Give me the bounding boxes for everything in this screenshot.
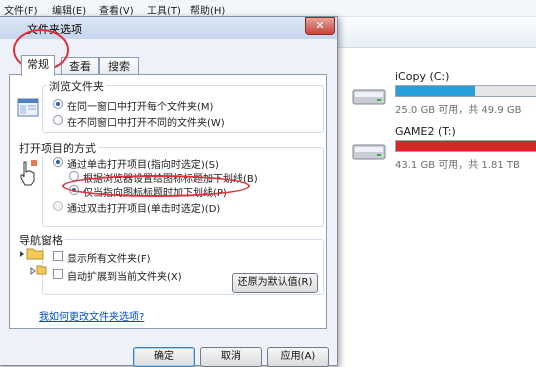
radio-button[interactable]: [53, 99, 63, 109]
option-label: 通过双击打开项目(单击时选定)(D): [67, 204, 221, 215]
menu-bar: 文件(F) 编辑(E) 查看(V) 工具(T) 帮助(H): [0, 0, 536, 17]
hand-pointer-icon: [20, 160, 37, 186]
drive-name: GAME2 (T:): [395, 125, 456, 138]
tab-panel-general: 浏览文件夹 在同一窗口中打开每个文件夹(M) 在不同窗口中打开不同的文件夹(W)…: [9, 74, 327, 329]
drive-usage-fill: [396, 86, 475, 96]
folder-tree-icon: [20, 248, 47, 275]
option-label: 通过单击打开项目(指向时选定)(S): [67, 160, 219, 171]
drive-space-text: 25.0 GB 可用，共 49.9 GB: [395, 105, 522, 116]
option-label: 自动扩展到当前文件夹(X): [67, 272, 182, 283]
close-icon: ✕: [315, 19, 325, 32]
drive-space-text: 43.1 GB 可用，共 1.81 TB: [395, 160, 520, 171]
checkbox[interactable]: [53, 269, 63, 279]
window-icon: [17, 98, 39, 117]
browse-folders-group: 浏览文件夹 在同一窗口中打开每个文件夹(M) 在不同窗口中打开不同的文件夹(W): [17, 78, 324, 133]
drive-usage-bar: [395, 140, 536, 152]
radio-button[interactable]: [53, 201, 63, 211]
tab-view[interactable]: 查看: [61, 57, 99, 75]
radio-button[interactable]: [53, 115, 63, 125]
hard-drive-icon: [352, 89, 386, 105]
menu-view[interactable]: 查看(V): [99, 2, 134, 17]
highlight-ellipse-double-click: [62, 175, 250, 197]
menu-tools[interactable]: 工具(T): [147, 2, 181, 17]
drive-usage-bar: [395, 85, 536, 97]
cancel-button[interactable]: 取消: [200, 347, 262, 367]
menu-file[interactable]: 文件(F): [4, 2, 38, 17]
checkbox[interactable]: [53, 251, 63, 261]
apply-button[interactable]: 应用(A): [267, 347, 329, 367]
group-title: 浏览文件夹: [47, 78, 106, 94]
restore-defaults-button[interactable]: 还原为默认值(R): [232, 273, 318, 293]
close-button[interactable]: ✕: [305, 17, 335, 35]
radio-button[interactable]: [53, 157, 63, 167]
menu-help[interactable]: 帮助(H): [190, 2, 225, 17]
drive-usage-fill: [396, 141, 536, 151]
option-label: 在同一窗口中打开每个文件夹(M): [67, 102, 214, 113]
option-label: 在不同窗口中打开不同的文件夹(W): [67, 118, 225, 129]
drive-name: iCopy (C:): [395, 70, 450, 83]
tab-general[interactable]: 常规: [21, 55, 55, 76]
option-label: 显示所有文件夹(F): [67, 254, 151, 265]
ok-button[interactable]: 确定: [133, 347, 195, 367]
tab-search[interactable]: 搜索: [99, 57, 139, 75]
hard-drive-icon: [352, 144, 386, 160]
group-title: 打开项目的方式: [17, 140, 98, 156]
menu-edit[interactable]: 编辑(E): [52, 2, 86, 17]
help-link[interactable]: 我如何更改文件夹选项?: [39, 308, 144, 323]
